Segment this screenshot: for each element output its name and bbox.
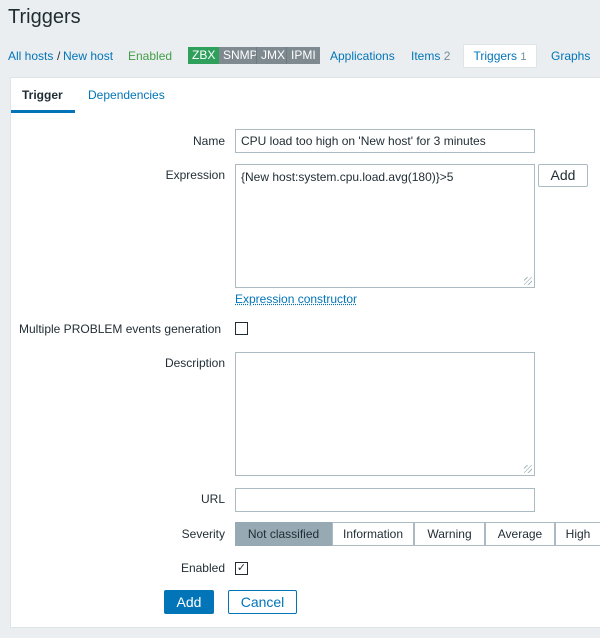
severity-average[interactable]: Average	[485, 522, 555, 546]
url-input[interactable]	[235, 488, 535, 512]
active-tab-indicator	[11, 110, 75, 113]
add-expression-button[interactable]: Add	[538, 164, 588, 187]
tab-trigger[interactable]: Trigger	[22, 88, 63, 102]
graphs-link[interactable]: Graphs	[551, 48, 590, 64]
tag-ipmi: IPMI	[286, 47, 320, 64]
applications-link[interactable]: Applications	[330, 48, 395, 64]
resize-handle[interactable]	[524, 465, 532, 473]
triggers-tab[interactable]: Triggers 1	[463, 44, 537, 68]
expression-constructor-link[interactable]: Expression constructor	[235, 292, 357, 306]
tag-jmx: JMX	[256, 47, 289, 64]
description-label: Description	[164, 356, 225, 370]
tag-zbx: ZBX	[188, 47, 220, 64]
items-link[interactable]: Items 2	[411, 48, 450, 64]
breadcrumb-separator: /	[57, 49, 61, 63]
items-label[interactable]: Items	[411, 49, 440, 63]
resize-handle[interactable]	[524, 277, 532, 285]
items-count: 2	[443, 49, 451, 63]
enabled-checkbox[interactable]: ✓	[235, 562, 248, 575]
host-status[interactable]: Enabled	[128, 48, 172, 64]
url-label: URL	[200, 492, 225, 506]
add-button[interactable]: Add	[164, 590, 214, 614]
severity-information[interactable]: Information	[332, 522, 414, 546]
expression-label: Expression	[165, 168, 225, 182]
name-input[interactable]	[235, 129, 535, 153]
triggers-label: Triggers	[473, 49, 518, 63]
tab-dependencies[interactable]: Dependencies	[88, 88, 165, 102]
triggers-count: 1	[520, 51, 527, 63]
enabled-label: Enabled	[180, 561, 225, 575]
host-link[interactable]: New host	[63, 48, 113, 64]
severity-not-classified[interactable]: Not classified	[235, 522, 332, 546]
description-textarea[interactable]	[235, 352, 535, 476]
multiple-events-label: Multiple PROBLEM events generation	[19, 322, 222, 336]
all-hosts-link[interactable]: All hosts	[8, 48, 53, 64]
cancel-button[interactable]: Cancel	[228, 590, 297, 614]
expression-textarea[interactable]: {New host:system.cpu.load.avg(180)}>5	[235, 164, 535, 288]
expression-value: {New host:system.cpu.load.avg(180)}>5	[241, 170, 454, 184]
name-label: Name	[192, 134, 225, 148]
check-icon: ✓	[236, 562, 247, 574]
severity-label: Severity	[181, 527, 225, 541]
multiple-events-checkbox[interactable]	[235, 322, 248, 335]
severity-warning[interactable]: Warning	[414, 522, 485, 546]
severity-high[interactable]: High	[555, 522, 600, 546]
page-title: Triggers	[8, 6, 81, 28]
